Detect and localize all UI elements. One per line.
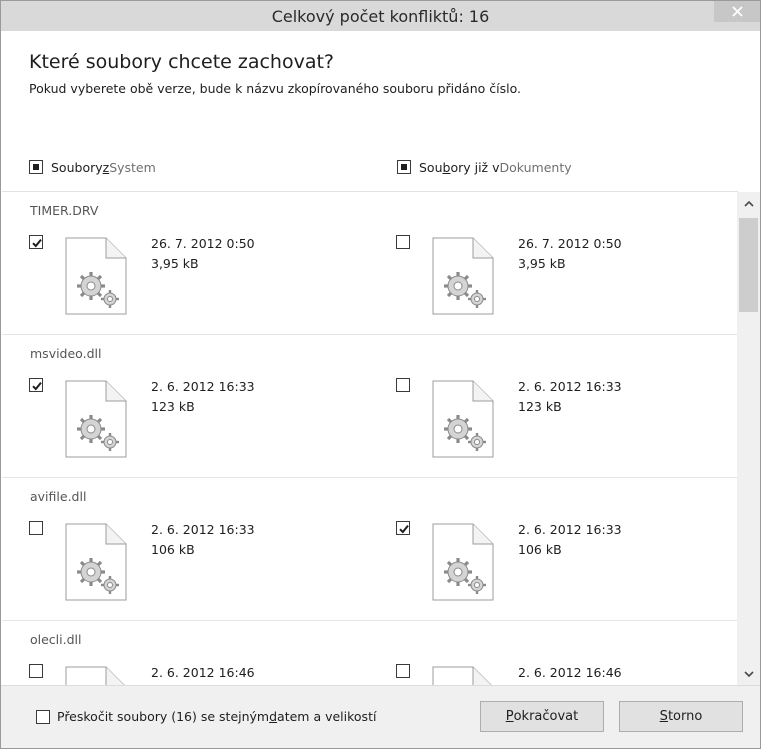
dialog-question: Které soubory chcete zachovat? xyxy=(29,51,335,73)
settings-file-icon xyxy=(65,666,127,685)
destination-header-key: b xyxy=(442,159,451,175)
scroll-down-button[interactable] xyxy=(737,663,760,685)
file-date: 2. 6. 2012 16:33 xyxy=(151,379,255,394)
skip-identical-option[interactable]: Přeskočit soubory (16) se stejným d atem … xyxy=(36,709,376,724)
source-file-entry[interactable]: 26. 7. 2012 0:50 3,95 kB xyxy=(29,233,369,323)
destination-file-checkbox[interactable] xyxy=(396,521,410,535)
scroll-thumb[interactable] xyxy=(739,218,758,312)
source-file-checkbox[interactable] xyxy=(29,378,43,392)
file-name: TIMER.DRV xyxy=(30,203,99,218)
file-group: TIMER.DRV 26. 7. 2012 0:50 3,95 kB 26. 7… xyxy=(2,192,737,335)
conflict-dialog: Celkový počet konfliktů: 16 Které soubor… xyxy=(0,0,761,749)
file-meta: 2. 6. 2012 16:33 106 kB xyxy=(518,520,622,560)
destination-file-checkbox[interactable] xyxy=(396,664,410,678)
close-icon xyxy=(731,6,743,17)
source-header-pre: Soubory xyxy=(51,159,103,175)
file-group: avifile.dll 2. 6. 2012 16:33 106 kB 2. 6… xyxy=(2,478,737,621)
skip-label-post: atem a velikostí xyxy=(277,709,377,724)
file-group: olecli.dll 2. 6. 2012 16:46 2. 6. 2012 1… xyxy=(2,621,737,685)
file-meta: 2. 6. 2012 16:33 123 kB xyxy=(151,377,255,417)
file-name: olecli.dll xyxy=(30,632,82,647)
source-file-checkbox[interactable] xyxy=(29,664,43,678)
destination-file-entry[interactable]: 2. 6. 2012 16:33 106 kB xyxy=(396,519,736,609)
select-all-source[interactable]: Soubory z System xyxy=(29,158,156,176)
select-all-destination-checkbox[interactable] xyxy=(397,160,411,174)
checkmark-icon xyxy=(32,381,42,391)
chevron-down-icon xyxy=(743,670,754,677)
conflict-list: TIMER.DRV 26. 7. 2012 0:50 3,95 kB 26. 7… xyxy=(2,192,737,685)
file-size: 3,95 kB xyxy=(151,256,199,271)
skip-label-pre: Přeskočit soubory (16) se stejným xyxy=(57,709,270,724)
skip-identical-checkbox[interactable] xyxy=(36,709,50,724)
continue-button[interactable]: Pokračovat xyxy=(480,701,604,732)
destination-file-entry[interactable]: 26. 7. 2012 0:50 3,95 kB xyxy=(396,233,736,323)
file-group: msvideo.dll 2. 6. 2012 16:33 123 kB 2. 6… xyxy=(2,335,737,478)
destination-file-entry[interactable]: 2. 6. 2012 16:33 123 kB xyxy=(396,376,736,466)
file-date: 26. 7. 2012 0:50 xyxy=(518,236,622,251)
file-size: 3,95 kB xyxy=(518,256,566,271)
file-date: 26. 7. 2012 0:50 xyxy=(151,236,255,251)
cancel-key: S xyxy=(659,709,668,724)
file-meta: 2. 6. 2012 16:46 xyxy=(518,663,622,683)
dialog-footer: Přeskočit soubory (16) se stejným d atem … xyxy=(1,685,760,748)
file-name: msvideo.dll xyxy=(30,346,102,361)
dialog-subtitle: Pokud vyberete obě verze, bude k názvu z… xyxy=(29,81,521,96)
continue-key: P xyxy=(505,709,514,724)
chevron-up-icon xyxy=(743,200,754,207)
file-name: avifile.dll xyxy=(30,489,87,504)
file-size: 123 kB xyxy=(518,399,562,414)
file-size: 123 kB xyxy=(151,399,195,414)
skip-label-key: d xyxy=(269,709,278,724)
scroll-up-button[interactable] xyxy=(737,192,760,214)
select-all-destination[interactable]: Sou b ory již v Dokumenty xyxy=(397,158,572,176)
file-date: 2. 6. 2012 16:33 xyxy=(518,379,622,394)
destination-header-post: ory již v xyxy=(450,159,500,175)
vertical-scrollbar[interactable] xyxy=(737,192,760,685)
file-date: 2. 6. 2012 16:46 xyxy=(518,665,622,680)
continue-label: okračovat xyxy=(513,709,579,724)
file-date: 2. 6. 2012 16:46 xyxy=(151,665,255,680)
cancel-label: torno xyxy=(667,709,703,724)
destination-file-checkbox[interactable] xyxy=(396,235,410,249)
source-file-entry[interactable]: 2. 6. 2012 16:33 106 kB xyxy=(29,519,369,609)
file-meta: 26. 7. 2012 0:50 3,95 kB xyxy=(518,234,622,274)
file-date: 2. 6. 2012 16:33 xyxy=(518,522,622,537)
window-title: Celkový počet konfliktů: 16 xyxy=(271,7,490,26)
cancel-button[interactable]: Storno xyxy=(619,701,743,732)
settings-file-icon xyxy=(65,237,127,319)
settings-file-icon xyxy=(65,380,127,462)
source-file-entry[interactable]: 2. 6. 2012 16:33 123 kB xyxy=(29,376,369,466)
destination-file-entry[interactable]: 2. 6. 2012 16:46 xyxy=(396,662,736,685)
file-size: 106 kB xyxy=(518,542,562,557)
settings-file-icon xyxy=(432,666,494,685)
file-meta: 2. 6. 2012 16:33 123 kB xyxy=(518,377,622,417)
settings-file-icon xyxy=(432,380,494,462)
settings-file-icon xyxy=(65,523,127,605)
close-button[interactable] xyxy=(714,1,760,22)
file-meta: 26. 7. 2012 0:50 3,95 kB xyxy=(151,234,255,274)
checkmark-icon xyxy=(32,238,42,248)
checkmark-icon xyxy=(399,524,409,534)
destination-file-checkbox[interactable] xyxy=(396,378,410,392)
title-bar: Celkový počet konfliktů: 16 xyxy=(1,1,760,31)
source-file-checkbox[interactable] xyxy=(29,521,43,535)
source-file-entry[interactable]: 2. 6. 2012 16:46 xyxy=(29,662,369,685)
file-size: 106 kB xyxy=(151,542,195,557)
settings-file-icon xyxy=(432,523,494,605)
file-meta: 2. 6. 2012 16:46 xyxy=(151,663,255,683)
file-meta: 2. 6. 2012 16:33 106 kB xyxy=(151,520,255,560)
source-file-checkbox[interactable] xyxy=(29,235,43,249)
file-date: 2. 6. 2012 16:33 xyxy=(151,522,255,537)
source-location: System xyxy=(109,159,156,175)
select-all-source-checkbox[interactable] xyxy=(29,160,43,174)
destination-header-pre: Sou xyxy=(419,159,443,175)
settings-file-icon xyxy=(432,237,494,319)
destination-location: Dokumenty xyxy=(499,159,572,175)
